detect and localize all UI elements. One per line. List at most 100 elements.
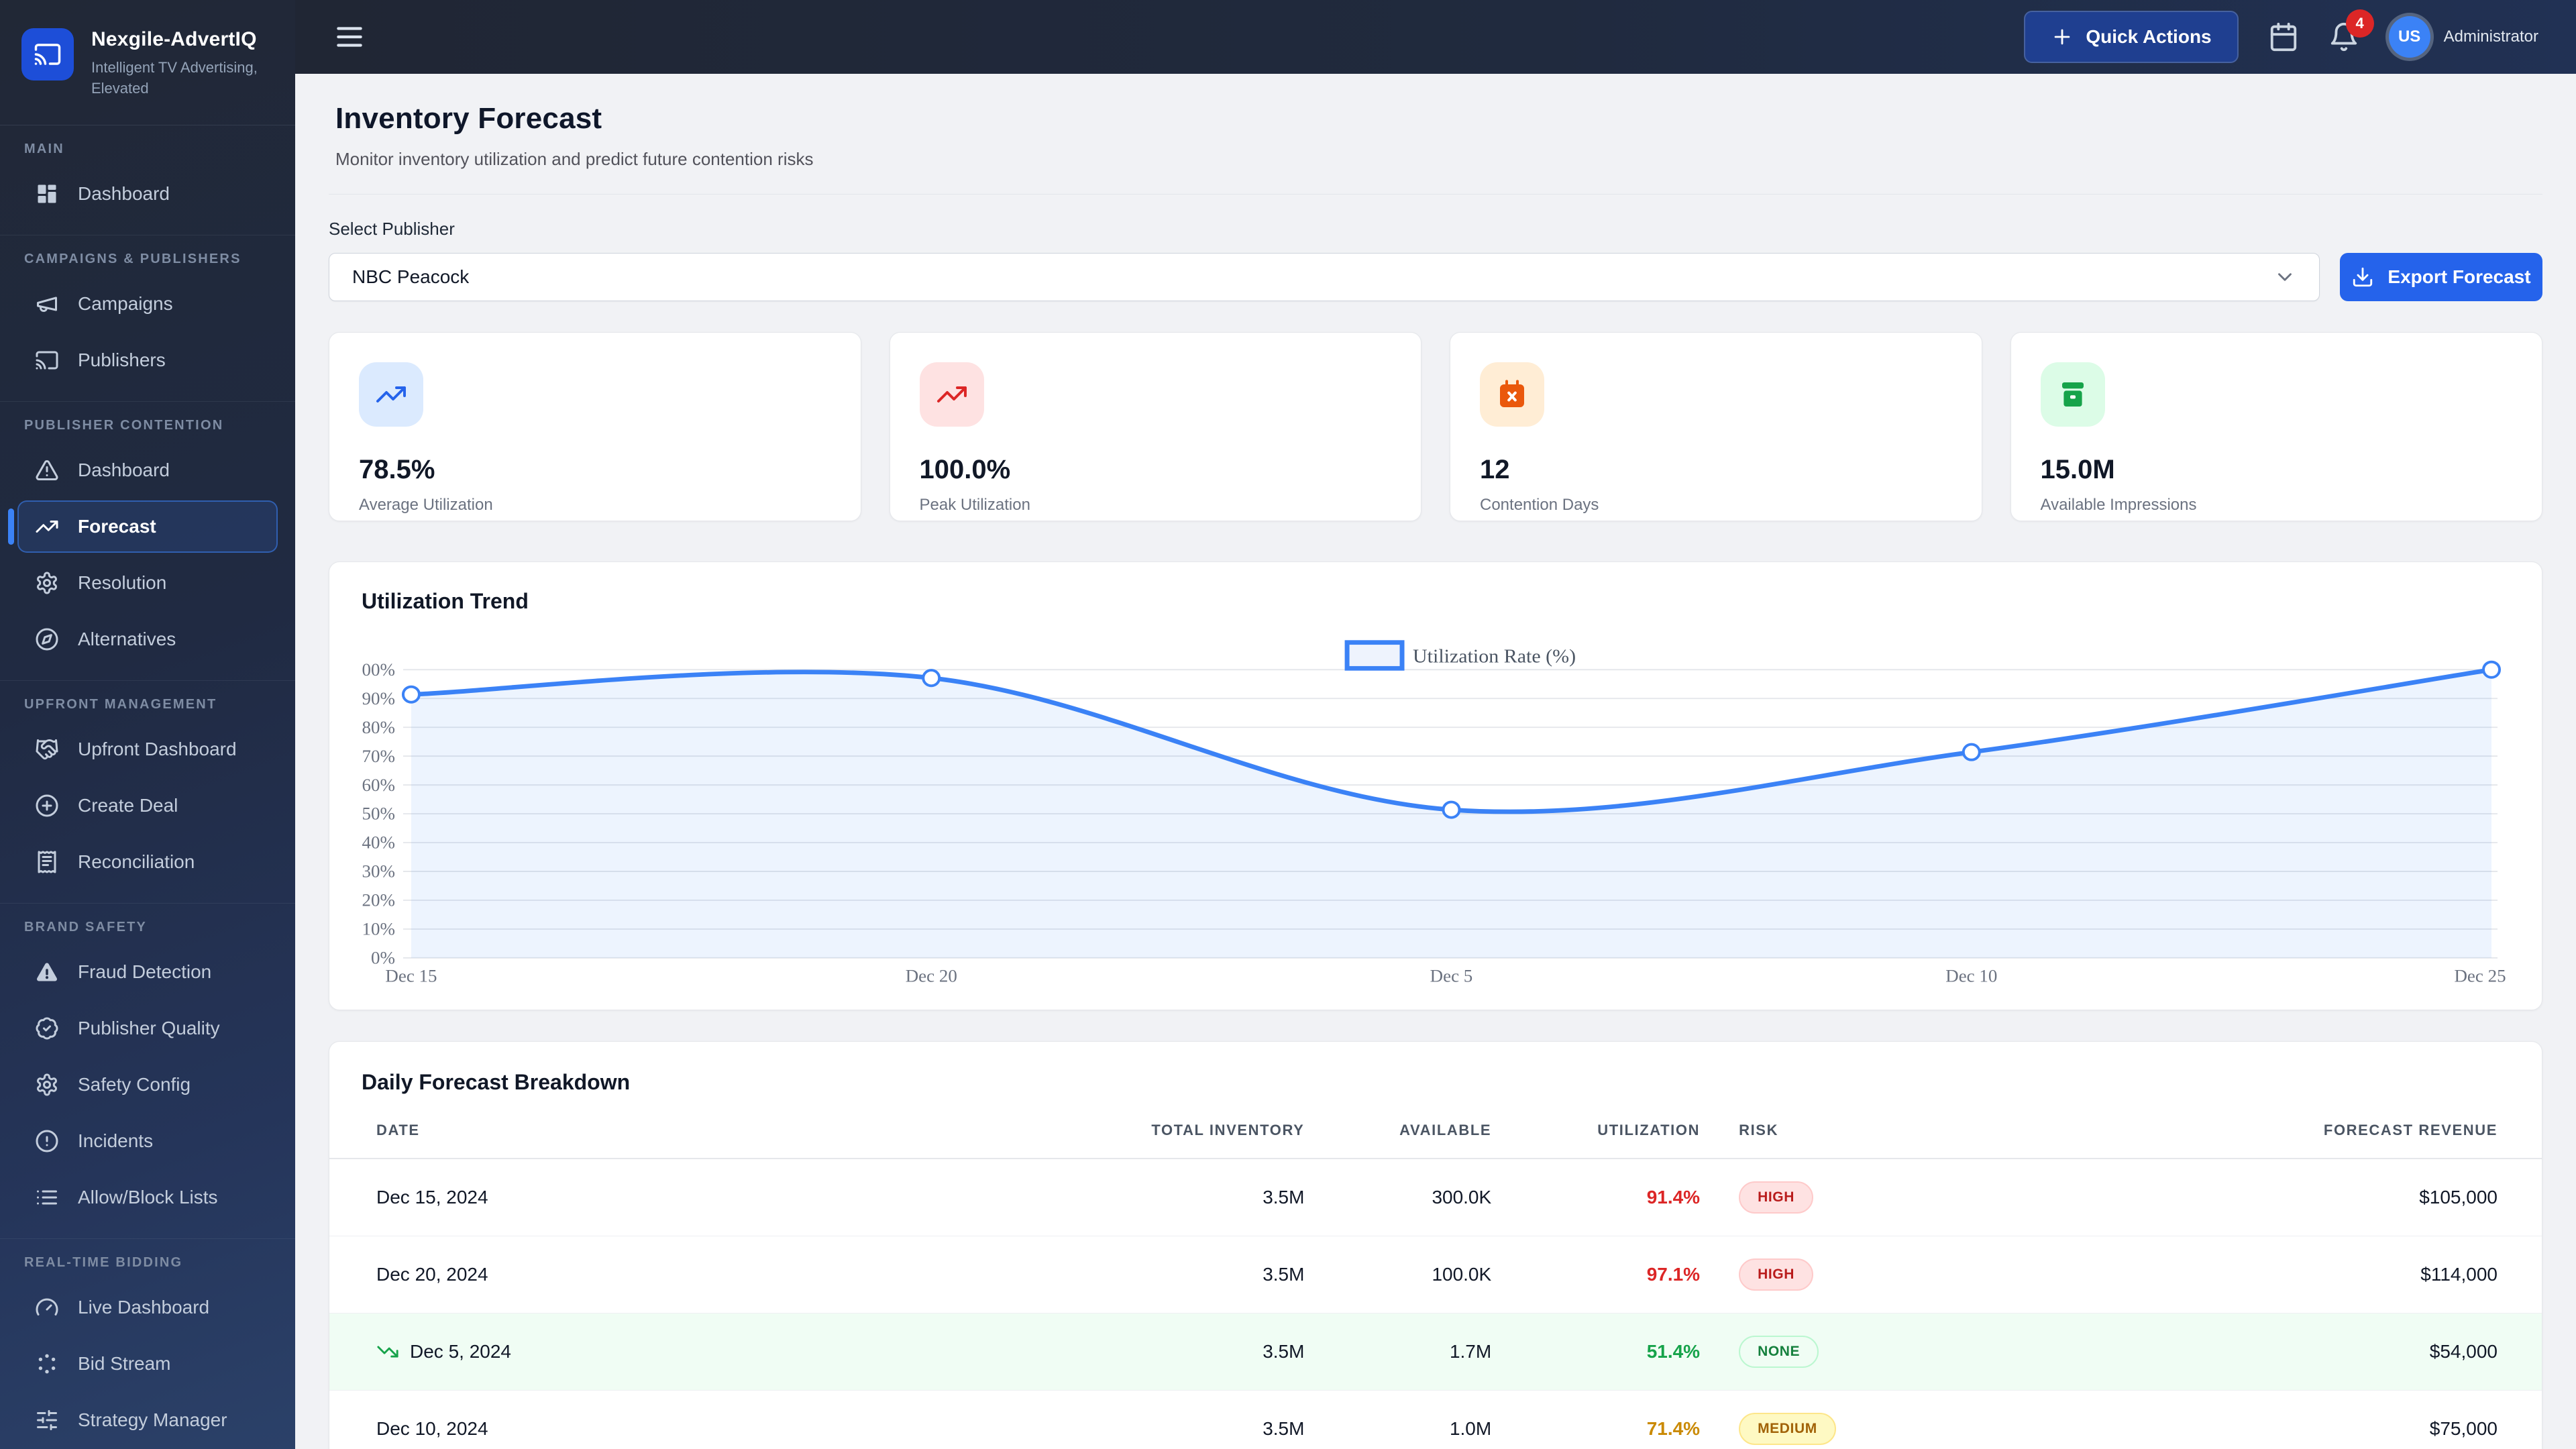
- risk-badge: NONE: [1739, 1336, 1819, 1368]
- cell-forecast-revenue: $105,000: [2098, 1159, 2542, 1236]
- stat-value: 78.5%: [359, 455, 831, 485]
- sidebar-item-dashboard[interactable]: Dashboard: [17, 168, 278, 220]
- brand-tagline: Intelligent TV Advertising, Elevated: [91, 58, 274, 99]
- sidebar-item-publishers[interactable]: Publishers: [17, 334, 278, 386]
- sidebar-item-create-deal[interactable]: Create Deal: [17, 780, 278, 832]
- cell-available: 100.0K: [1304, 1236, 1491, 1313]
- user-menu[interactable]: US Administrator: [2389, 16, 2538, 58]
- svg-text:10%: 10%: [362, 919, 395, 938]
- quick-actions-button[interactable]: Quick Actions: [2024, 11, 2238, 63]
- page-subtitle: Monitor inventory utilization and predic…: [335, 149, 2536, 170]
- cell-forecast-revenue: $75,000: [2098, 1391, 2542, 1449]
- sidebar-section-label: PUBLISHER CONTENTION: [24, 418, 271, 433]
- page-title: Inventory Forecast: [335, 102, 2536, 136]
- menu-button[interactable]: [333, 20, 366, 54]
- stat-card-average-utilization: 78.5% Average Utilization: [329, 332, 861, 521]
- megaphone-icon: [35, 292, 59, 316]
- cast-icon: [34, 40, 62, 68]
- sidebar-item-alternatives[interactable]: Alternatives: [17, 613, 278, 665]
- sidebar-item-label: Dashboard: [78, 460, 170, 481]
- cell-available: 1.7M: [1304, 1313, 1491, 1391]
- avatar[interactable]: US: [2389, 16, 2430, 58]
- sidebar-item-upfront-dashboard[interactable]: Upfront Dashboard: [17, 723, 278, 775]
- sidebar-item-resolution[interactable]: Resolution: [17, 557, 278, 609]
- sidebar-item-publisher-quality[interactable]: Publisher Quality: [17, 1002, 278, 1055]
- sidebar-item-label: Strategy Manager: [78, 1409, 227, 1431]
- notifications-button[interactable]: 4: [2328, 21, 2359, 52]
- stat-label: Average Utilization: [359, 496, 831, 515]
- cell-forecast-revenue: $54,000: [2098, 1313, 2542, 1391]
- svg-text:0%: 0%: [371, 948, 395, 967]
- table-row: Dec 5, 20243.5M1.7M51.4%NONE$54,000: [329, 1313, 2542, 1391]
- compass-icon: [35, 627, 59, 651]
- column-header-risk: RISK: [1700, 1122, 2098, 1159]
- sidebar-item-reconciliation[interactable]: Reconciliation: [17, 836, 278, 888]
- sidebar: Nexgile-AdvertIQ Intelligent TV Advertis…: [0, 0, 295, 1449]
- cell-utilization: 91.4%: [1647, 1187, 1700, 1208]
- sidebar-item-label: Bid Stream: [78, 1353, 171, 1375]
- sidebar-item-label: Publishers: [78, 350, 166, 371]
- cell-date: Dec 15, 2024: [376, 1187, 488, 1208]
- content: Inventory Forecast Monitor inventory uti…: [295, 74, 2576, 1449]
- layout-dashboard-icon: [35, 182, 59, 206]
- publisher-select[interactable]: NBC Peacock: [329, 253, 2320, 301]
- stat-card-available-impressions: 15.0MAvailable Impressions: [2010, 332, 2543, 521]
- table-title: Daily Forecast Breakdown: [329, 1070, 2542, 1095]
- svg-text:Dec 15: Dec 15: [385, 966, 437, 985]
- sidebar-item-allow-block-lists[interactable]: Allow/Block Lists: [17, 1171, 278, 1224]
- calendar-button[interactable]: [2268, 21, 2299, 52]
- risk-badge: HIGH: [1739, 1258, 1813, 1291]
- sidebar-item-strategy-manager[interactable]: Strategy Manager: [17, 1394, 278, 1446]
- sidebar-item-label: Resolution: [78, 572, 166, 594]
- risk-badge: MEDIUM: [1739, 1413, 1836, 1445]
- user-role: Administrator: [2444, 28, 2538, 46]
- sliders-icon: [35, 1408, 59, 1432]
- plus-circle-icon: [35, 794, 59, 818]
- sidebar-section-label: MAIN: [24, 142, 271, 157]
- handshake-icon: [35, 737, 59, 761]
- column-header-available: AVAILABLE: [1304, 1122, 1491, 1159]
- utilization-chart: 0%10%20%30%40%50%60%70%80%90%100%Dec 15D…: [362, 618, 2510, 994]
- gauge-icon: [35, 1295, 59, 1320]
- sidebar-item-label: Allow/Block Lists: [78, 1187, 218, 1208]
- select-publisher-label: Select Publisher: [329, 219, 2542, 239]
- utilization-trend-card: Utilization Trend 0%10%20%30%40%50%60%70…: [329, 561, 2542, 1010]
- sidebar-item-campaigns[interactable]: Campaigns: [17, 278, 278, 330]
- sidebar-item-dashboard[interactable]: Dashboard: [17, 444, 278, 496]
- topbar: Quick Actions 4 US Administrator: [295, 0, 2576, 74]
- sidebar-section-label: UPFRONT MANAGEMENT: [24, 697, 271, 712]
- sidebar-item-bid-stream[interactable]: Bid Stream: [17, 1338, 278, 1390]
- cell-date: Dec 5, 2024: [410, 1341, 511, 1362]
- sidebar-item-forecast[interactable]: Forecast: [17, 500, 278, 553]
- trending-up-icon: [920, 362, 984, 427]
- sidebar-item-fraud-detection[interactable]: Fraud Detection: [17, 946, 278, 998]
- dots-icon: [35, 1352, 59, 1376]
- sidebar-section-main: MAIN Dashboard: [0, 125, 295, 235]
- cell-utilization: 71.4%: [1647, 1418, 1700, 1439]
- svg-text:20%: 20%: [362, 890, 395, 910]
- column-header-utilization: UTILIZATION: [1491, 1122, 1700, 1159]
- sidebar-item-label: Reconciliation: [78, 851, 195, 873]
- sidebar-item-label: Safety Config: [78, 1074, 191, 1095]
- sidebar-section-upfront-management: UPFRONT MANAGEMENT Upfront DashboardCreat…: [0, 681, 295, 904]
- cell-utilization: 97.1%: [1647, 1264, 1700, 1285]
- export-forecast-label: Export Forecast: [2387, 266, 2530, 288]
- stat-card-contention-days: 12Contention Days: [1450, 332, 1982, 521]
- export-forecast-button[interactable]: Export Forecast: [2340, 253, 2542, 301]
- sidebar-item-incidents[interactable]: Incidents: [17, 1115, 278, 1167]
- sidebar-item-label: Alternatives: [78, 629, 176, 650]
- sidebar-item-live-dashboard[interactable]: Live Dashboard: [17, 1281, 278, 1334]
- stat-card-peak-utilization: 100.0%Peak Utilization: [890, 332, 1422, 521]
- brand-logo: [21, 28, 74, 80]
- cell-total-inventory: 3.5M: [993, 1236, 1304, 1313]
- forecast-table: DATETOTAL INVENTORYAVAILABLEUTILIZATIONR…: [329, 1122, 2542, 1449]
- svg-text:100%: 100%: [362, 659, 395, 679]
- receipt-icon: [35, 850, 59, 874]
- stat-value: 15.0M: [2041, 455, 2513, 485]
- calendar-icon: [2268, 21, 2299, 52]
- sidebar-item-safety-config[interactable]: Safety Config: [17, 1059, 278, 1111]
- brand: Nexgile-AdvertIQ Intelligent TV Advertis…: [0, 0, 295, 125]
- list-icon: [35, 1185, 59, 1210]
- cell-date: Dec 10, 2024: [376, 1418, 488, 1440]
- settings-icon: [35, 571, 59, 595]
